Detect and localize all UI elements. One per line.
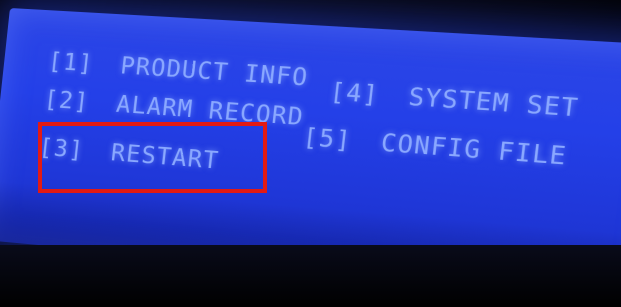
device-shadow (0, 245, 621, 307)
highlight-box (38, 122, 267, 193)
menu-item-product-info[interactable]: [1] PRODUCT INFO (47, 49, 310, 92)
device-photo: [1] PRODUCT INFO [4] SYSTEM SET [2] ALAR… (0, 0, 621, 307)
menu-item-config-file[interactable]: [5] CONFIG FILE (301, 124, 568, 171)
menu-key: [4] (328, 78, 381, 110)
menu-label: CONFIG FILE (379, 129, 569, 172)
menu-key: [1] (46, 48, 95, 78)
menu-key: [5] (301, 124, 353, 155)
menu-item-system-set[interactable]: [4] SYSTEM SET (328, 79, 580, 123)
menu-key: [2] (42, 86, 91, 116)
menu-label: SYSTEM SET (407, 83, 581, 123)
menu-label: PRODUCT INFO (119, 53, 310, 92)
